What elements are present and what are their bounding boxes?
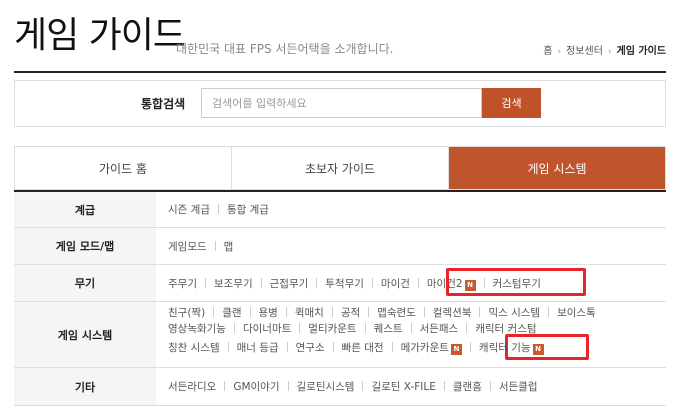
link-manner-grade[interactable]: 매너 등급	[237, 340, 296, 355]
system-line-1: 친구(짝) 클랜 용병 퀵매치 공적 맵숙련도 컬렉션북 믹스 시스템 보이스톡	[168, 305, 596, 320]
table-row: 게임 모드/맵 게임모드 맵	[14, 228, 666, 265]
link-quest[interactable]: 퀘스트	[374, 321, 420, 336]
page-title: 게임 가이드	[14, 15, 186, 56]
table-row: 무기 주무기 보조무기 근접무기 투척무기 마이건 마이건2 N 커스텀무기	[14, 265, 666, 302]
link-mega-count[interactable]: 메가카운트 N	[401, 340, 479, 355]
row-content-weapon: 주무기 보조무기 근접무기 투척무기 마이건 마이건2 N 커스텀무기	[156, 265, 666, 301]
breadcrumb-info-center[interactable]: 정보센터	[566, 46, 603, 57]
link-character-custom[interactable]: 캐릭터 커스텀	[475, 321, 536, 336]
page-header: 게임 가이드 대한민국 대표 FPS 서든어택을 소개합니다. 홈 › 정보센터 › 게…	[14, 14, 666, 64]
chevron-right-icon: ›	[557, 47, 562, 57]
breadcrumb-current: 게임 가이드	[616, 46, 666, 57]
breadcrumb-home[interactable]: 홈	[543, 46, 552, 57]
link-sudden-pass[interactable]: 서든패스	[420, 321, 476, 336]
link-melee-weapon[interactable]: 근접무기	[270, 276, 326, 291]
row-label-mode: 게임 모드/맵	[14, 228, 156, 264]
guide-tabs: 가이드 홈 초보자 가이드 게임 시스템	[14, 146, 666, 190]
link-merit[interactable]: 공적	[341, 305, 377, 320]
search-button[interactable]: 검색	[482, 88, 541, 118]
link-sudden-radio[interactable]: 서든라디오	[168, 379, 233, 394]
link-gm-story[interactable]: GM이야기	[233, 379, 296, 394]
breadcrumb: 홈 › 정보센터 › 게임 가이드	[543, 42, 666, 57]
link-voice-talk[interactable]: 보이스톡	[557, 305, 596, 320]
link-season-rank[interactable]: 시즌 계급	[168, 202, 227, 217]
link-mercenary[interactable]: 용병	[259, 305, 295, 320]
link-clan-home[interactable]: 클랜홈	[453, 379, 499, 394]
link-sudden-club[interactable]: 서든클럽	[499, 379, 538, 394]
link-video-record[interactable]: 영상녹화기능	[168, 321, 243, 336]
tab-game-system[interactable]: 게임 시스템	[449, 147, 665, 189]
link-friend[interactable]: 친구(짝)	[168, 305, 222, 320]
page-subtitle: 대한민국 대표 FPS 서든어택을 소개합니다.	[176, 42, 394, 56]
link-my-gun[interactable]: 마이건	[381, 276, 427, 291]
link-game-mode[interactable]: 게임모드	[168, 239, 224, 254]
link-dyna-mart[interactable]: 다이너마트	[243, 321, 308, 336]
row-label-weapon: 무기	[14, 265, 156, 301]
link-praise-system[interactable]: 칭찬 시스템	[168, 340, 237, 355]
search-panel: 통합검색 검색	[14, 80, 666, 127]
chevron-right-icon: ›	[607, 47, 612, 57]
table-row: 기타 서든라디오 GM이야기 길로틴시스템 길로틴 X-FILE 클랜홈 서든클…	[14, 368, 666, 406]
search-label: 통합검색	[141, 97, 186, 111]
new-badge-icon: N	[532, 344, 544, 355]
link-mega-count-label: 메가카운트	[400, 342, 449, 354]
row-label-system: 게임 시스템	[14, 302, 156, 367]
highlight-box-weapon	[446, 268, 586, 296]
tab-guide-home[interactable]: 가이드 홈	[15, 147, 232, 189]
row-content-system: 친구(짝) 클랜 용병 퀵매치 공적 맵숙련도 컬렉션북 믹스 시스템 보이스톡 영상녹화기능 다…	[156, 302, 666, 367]
link-quick-match[interactable]: 퀵매치	[295, 305, 341, 320]
link-quick-battle[interactable]: 빠른 대전	[342, 340, 401, 355]
link-collection-book[interactable]: 컬렉션북	[433, 305, 489, 320]
row-content-level: 시즌 계급 통합 계급	[156, 192, 666, 227]
tab-beginner-guide[interactable]: 초보자 가이드	[232, 147, 449, 189]
search-input[interactable]	[201, 88, 482, 118]
system-line-2: 영상녹화기능 다이너마트 멀티카운트 퀘스트 서든패스 캐릭터 커스텀	[168, 321, 537, 336]
link-map-proficiency[interactable]: 맵숙련도	[377, 305, 433, 320]
row-content-etc: 서든라디오 GM이야기 길로틴시스템 길로틴 X-FILE 클랜홈 서든클럽	[156, 368, 666, 405]
link-guillotine-system[interactable]: 길로틴시스템	[297, 379, 372, 394]
link-clan[interactable]: 클랜	[222, 305, 258, 320]
table-row: 계급 시즌 계급 통합 계급	[14, 192, 666, 228]
link-laboratory[interactable]: 연구소	[296, 340, 342, 355]
row-label-level: 계급	[14, 192, 156, 227]
link-map[interactable]: 맵	[224, 239, 234, 254]
link-throwing-weapon[interactable]: 투척무기	[325, 276, 381, 291]
link-total-rank[interactable]: 통합 계급	[227, 202, 269, 217]
row-label-etc: 기타	[14, 368, 156, 405]
link-mix-system[interactable]: 믹스 시스템	[488, 305, 557, 320]
row-content-mode: 게임모드 맵	[156, 228, 666, 264]
link-secondary-weapon[interactable]: 보조무기	[214, 276, 270, 291]
link-character-function-label: 캐릭터 기능	[478, 342, 531, 354]
link-guillotine-xfile[interactable]: 길로틴 X-FILE	[371, 379, 452, 394]
system-line-3: 칭찬 시스템 매너 등급 연구소 빠른 대전 메가카운트 N 캐릭터 기능 N	[168, 340, 544, 355]
new-badge-icon: N	[450, 344, 462, 355]
link-multi-count[interactable]: 멀티카운트	[308, 321, 373, 336]
guide-table: 계급 시즌 계급 통합 계급 게임 모드/맵 게임모드 맵 무기 주무기 보조무…	[14, 190, 666, 406]
header-divider	[14, 71, 666, 73]
link-character-function[interactable]: 캐릭터 기능 N	[479, 340, 544, 355]
table-row: 게임 시스템 친구(짝) 클랜 용병 퀵매치 공적 맵숙련도 컬렉션북 믹스 시스템 보이스톡 …	[14, 302, 666, 368]
link-primary-weapon[interactable]: 주무기	[168, 276, 214, 291]
